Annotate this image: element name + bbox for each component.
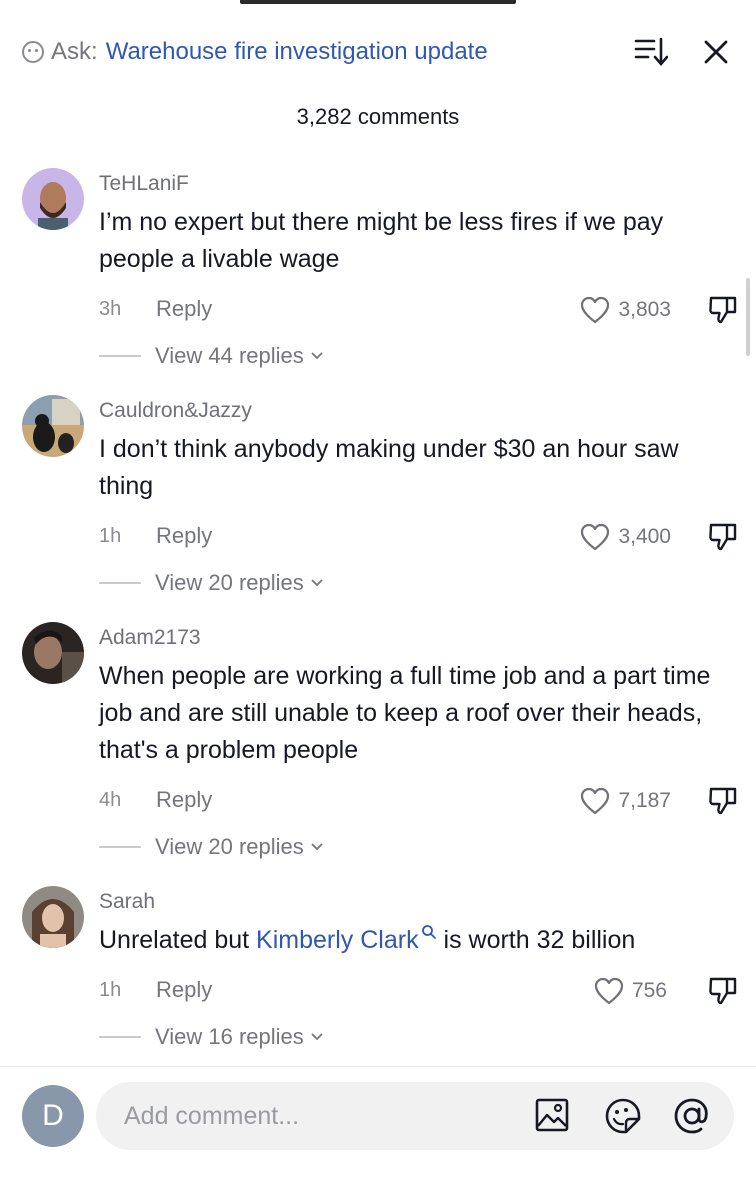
like-count: 3,803: [618, 298, 671, 321]
comment-username[interactable]: Adam2173: [99, 626, 201, 650]
ask-bubble-icon: [22, 41, 44, 63]
view-replies-button[interactable]: View 20 replies: [99, 568, 324, 598]
view-replies-label: View 44 replies: [155, 343, 304, 368]
comment-text-end: is worth 32 billion: [436, 926, 636, 954]
chevron-down-icon: [311, 579, 323, 587]
dislike-icon[interactable]: [707, 975, 739, 1012]
comment-text-start: Unrelated but: [99, 926, 257, 954]
image-icon[interactable]: [534, 1097, 570, 1138]
view-replies-label: View 20 replies: [155, 570, 304, 595]
comment-input[interactable]: [124, 1082, 504, 1150]
sort-icon[interactable]: [634, 36, 669, 68]
like-button[interactable]: 756: [594, 977, 667, 1005]
comment-box[interactable]: [96, 1082, 734, 1150]
reply-button[interactable]: Reply: [156, 787, 212, 813]
mention-icon[interactable]: [673, 1097, 711, 1140]
heart-icon: [594, 977, 624, 1005]
avatar[interactable]: [22, 622, 84, 684]
comment-actions: 3h Reply 3,803: [99, 296, 739, 326]
comment-time: 3h: [99, 298, 122, 320]
like-button[interactable]: 3,803: [580, 296, 671, 324]
scrollbar[interactable]: [746, 278, 750, 356]
user-avatar[interactable]: D: [22, 1085, 84, 1147]
comment-actions: 1h Reply 756: [99, 977, 739, 1007]
heart-icon: [581, 296, 610, 324]
divider: [99, 846, 141, 848]
like-count: 3,400: [618, 525, 671, 548]
comment-text: Unrelated but Kimberly Clark is worth 32…: [99, 922, 739, 959]
comment-actions: 4h Reply 7,187: [99, 787, 739, 817]
reply-button[interactable]: Reply: [156, 523, 212, 549]
dislike-icon[interactable]: [707, 294, 739, 331]
view-replies-button[interactable]: View 44 replies: [99, 341, 324, 371]
comment-text: When people are working a full time job …: [99, 662, 711, 764]
ask-prefix: Ask:: [51, 38, 98, 65]
view-replies-label: View 20 replies: [155, 834, 304, 859]
like-count: 7,187: [618, 789, 671, 812]
comment-username[interactable]: TeHLaniF: [99, 172, 189, 196]
chevron-down-icon: [311, 843, 323, 851]
heart-icon: [581, 523, 610, 551]
chevron-down-icon: [311, 352, 323, 360]
comments-sheet: Ask: Warehouse fire investigation update: [0, 4, 756, 1200]
view-replies-button[interactable]: View 20 replies: [99, 832, 324, 862]
comment-time: 4h: [99, 789, 122, 811]
divider: [99, 355, 141, 357]
view-replies-label: View 16 replies: [155, 1024, 304, 1049]
search-icon: [421, 925, 436, 939]
ask-search-link[interactable]: Warehouse fire investigation update: [106, 38, 488, 66]
mention-label: Kimberly Clark: [256, 926, 419, 954]
dislike-icon[interactable]: [707, 521, 739, 558]
close-icon[interactable]: [698, 34, 734, 70]
avatar[interactable]: [22, 168, 84, 230]
comment-text: I don’t think anybody making under $30 a…: [99, 435, 679, 500]
reply-button[interactable]: Reply: [156, 296, 212, 322]
comment-actions: 1h Reply 3,400: [99, 523, 739, 553]
divider: [99, 582, 141, 584]
comment-composer: D: [0, 1066, 756, 1200]
comments-header: Ask: Warehouse fire investigation update: [22, 34, 734, 70]
like-button[interactable]: 3,400: [580, 523, 671, 551]
comment-time: 1h: [99, 525, 122, 547]
comment-username[interactable]: Sarah: [99, 890, 155, 914]
comment-username[interactable]: Cauldron&Jazzy: [99, 399, 252, 423]
avatar[interactable]: [22, 886, 84, 948]
heart-icon: [581, 787, 610, 815]
comment-text: I’m no expert but there might be less fi…: [99, 208, 664, 273]
comment-time: 1h: [99, 979, 122, 1001]
reply-button[interactable]: Reply: [156, 977, 212, 1003]
comment-count: 3,282 comments: [296, 104, 460, 129]
view-replies-button[interactable]: View 16 replies: [99, 1022, 324, 1052]
like-count: 756: [631, 979, 667, 1002]
chevron-down-icon: [311, 1033, 323, 1041]
dislike-icon[interactable]: [707, 785, 739, 822]
avatar[interactable]: [22, 395, 84, 457]
divider: [99, 1036, 141, 1038]
mention-link[interactable]: Kimberly Clark: [256, 925, 437, 954]
like-button[interactable]: 7,187: [580, 787, 671, 815]
emoji-icon[interactable]: [604, 1097, 642, 1140]
